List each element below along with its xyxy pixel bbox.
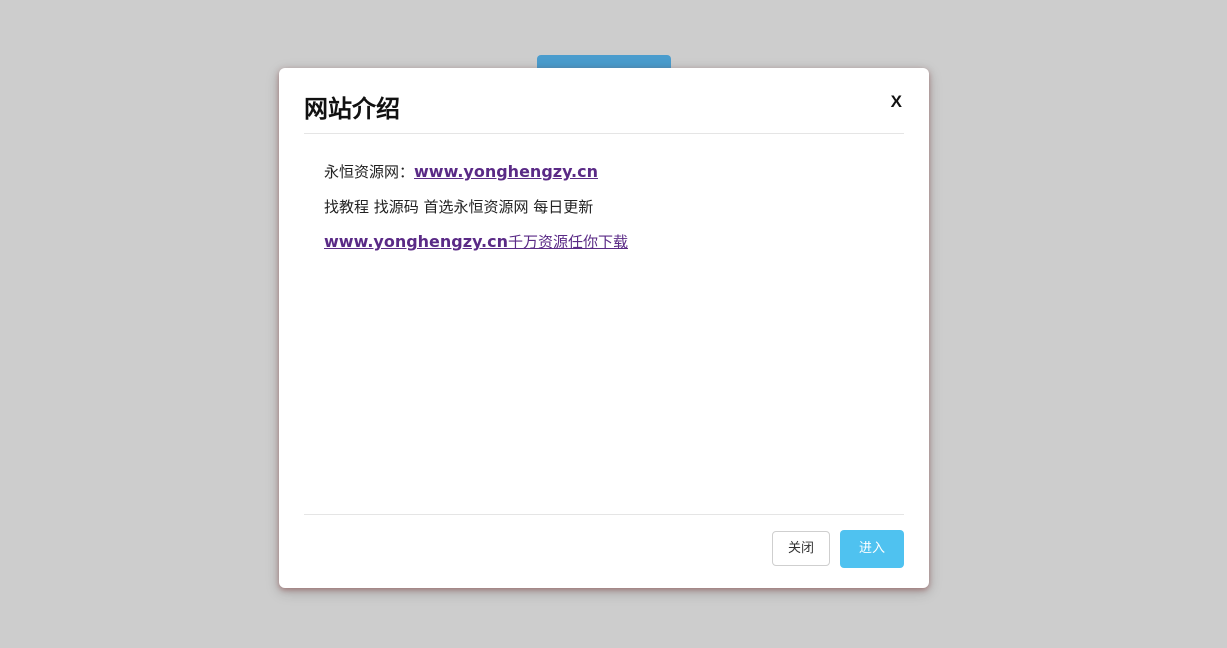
page: 网站介绍 X 永恒资源网：www.yonghengzy.cn 找教程 找源码 首… (0, 0, 1227, 648)
close-icon[interactable]: X (891, 92, 902, 112)
dialog-footer: 关闭 进入 (304, 514, 904, 589)
site-link[interactable]: www.yonghengzy.cn (414, 162, 598, 181)
download-link-text: 千万资源任你下载 (507, 233, 628, 251)
dialog-title: 网站介绍 (304, 95, 400, 123)
intro-line-slogan: 找教程 找源码 首选永恒资源网 每日更新 (324, 198, 594, 216)
intro-line-site: 永恒资源网：www.yonghengzy.cn (324, 158, 904, 193)
enter-button[interactable]: 进入 (840, 530, 904, 568)
download-link-domain: www.yonghengzy.cn (324, 232, 508, 251)
intro-line-download: www.yonghengzy.cn千万资源任你下载 (324, 228, 904, 263)
site-intro-dialog: 网站介绍 X 永恒资源网：www.yonghengzy.cn 找教程 找源码 首… (279, 68, 929, 588)
download-link[interactable]: www.yonghengzy.cn千万资源任你下载 (324, 232, 628, 251)
close-button[interactable]: 关闭 (772, 531, 830, 566)
dialog-header: 网站介绍 X (304, 68, 904, 134)
dialog-body: 永恒资源网：www.yonghengzy.cn 找教程 找源码 首选永恒资源网 … (324, 158, 904, 263)
site-label: 永恒资源网： (324, 163, 415, 181)
